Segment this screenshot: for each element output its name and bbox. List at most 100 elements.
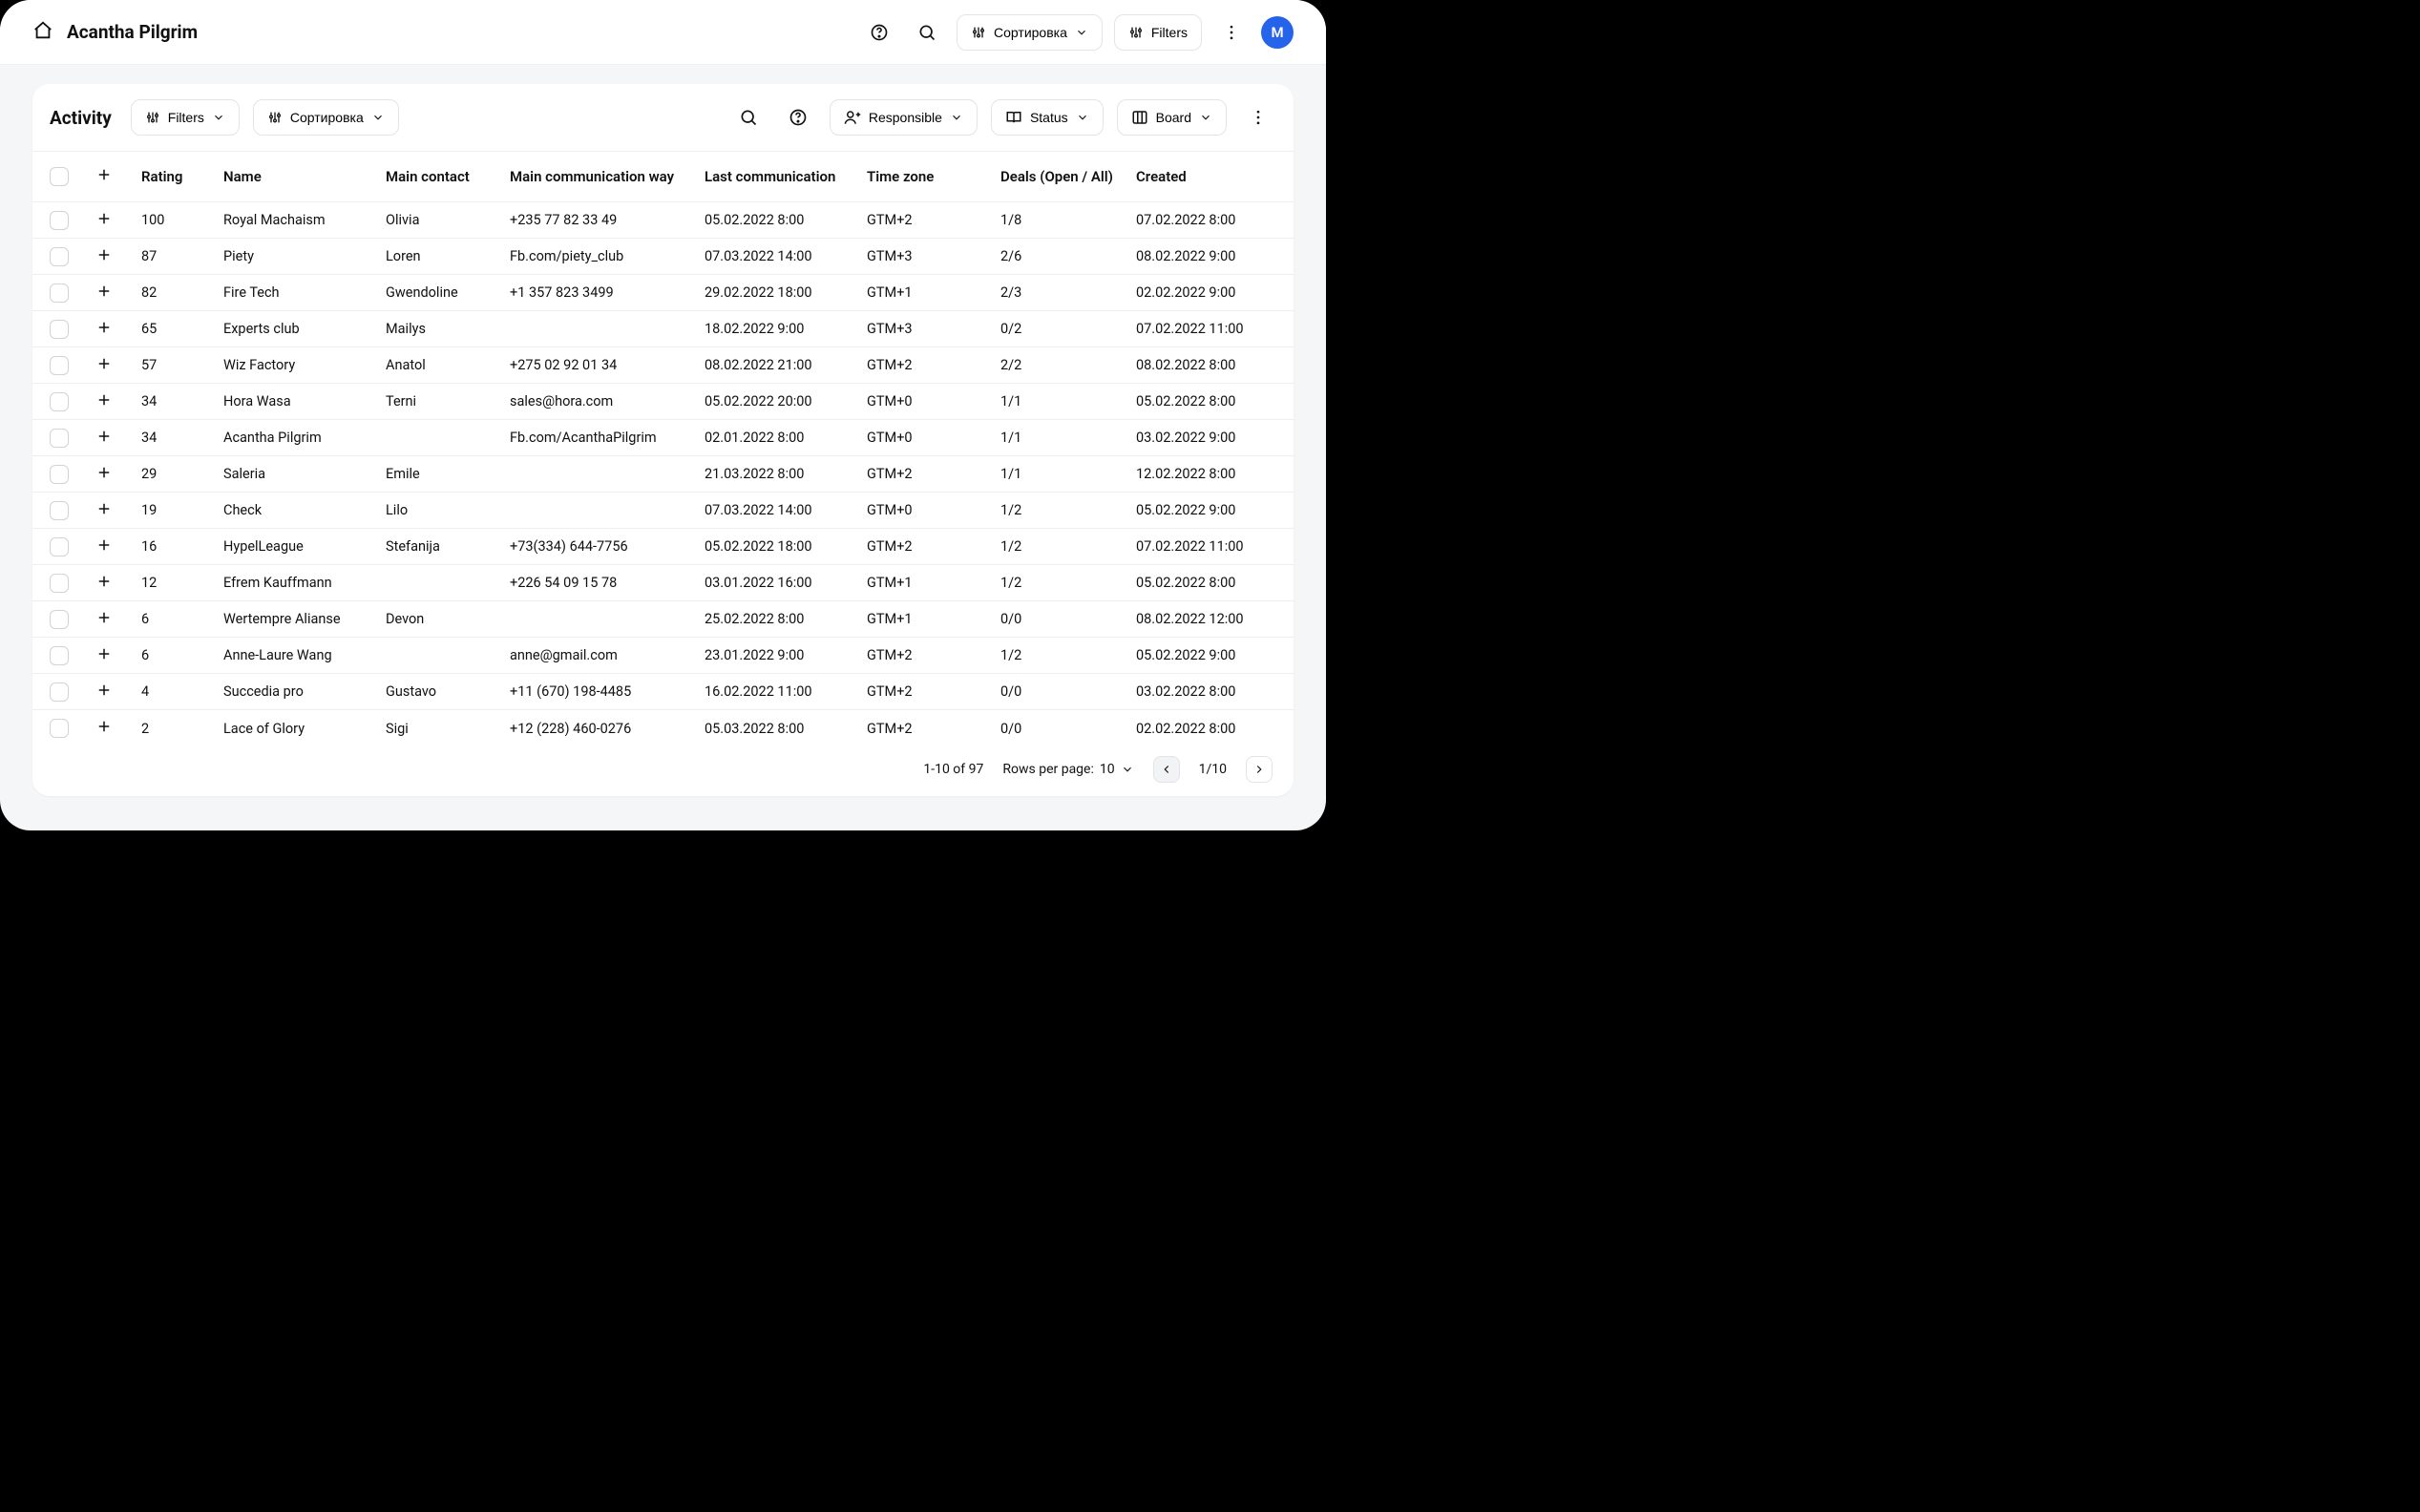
cell-comm: Fb.com/AcanthaPilgrim: [510, 430, 705, 446]
row-checkbox[interactable]: [50, 320, 69, 339]
col-last-comm[interactable]: Last communication: [705, 168, 867, 185]
avatar[interactable]: M: [1261, 16, 1294, 49]
chevron-down-icon: [1075, 26, 1088, 39]
row-add-icon[interactable]: [95, 645, 113, 662]
row-checkbox[interactable]: [50, 429, 69, 448]
row-checkbox[interactable]: [50, 284, 69, 303]
cell-deals: 2/2: [1000, 357, 1136, 373]
cell-tz: GTM+1: [867, 611, 1000, 627]
row-add-icon[interactable]: [95, 536, 113, 554]
cell-contact: Gustavo: [386, 683, 510, 700]
cell-contact: Mailys: [386, 321, 510, 337]
row-add-icon[interactable]: [95, 355, 113, 372]
table-row[interactable]: 82 Fire Tech Gwendoline +1 357 823 3499 …: [32, 275, 1294, 311]
rows-per-page[interactable]: Rows per page: 10: [1002, 762, 1133, 777]
col-created[interactable]: Created: [1136, 168, 1279, 185]
sort-label: Сортировка: [994, 25, 1067, 40]
table-row[interactable]: 34 Acantha Pilgrim Fb.com/AcanthaPilgrim…: [32, 420, 1294, 456]
chevron-left-icon: [1160, 763, 1173, 776]
next-page-button[interactable]: [1246, 756, 1273, 783]
row-checkbox[interactable]: [50, 537, 69, 556]
panel-filters-button[interactable]: Filters: [131, 99, 240, 136]
cell-created: 08.02.2022 8:00: [1136, 357, 1279, 373]
row-add-icon[interactable]: [95, 718, 113, 735]
col-main-comm[interactable]: Main communication way: [510, 168, 705, 185]
row-add-icon[interactable]: [95, 573, 113, 590]
cell-name: Experts club: [223, 321, 386, 337]
cell-rating: 19: [141, 502, 223, 518]
sort-button[interactable]: Сортировка: [957, 14, 1103, 51]
cell-rating: 34: [141, 430, 223, 446]
cell-last: 07.03.2022 14:00: [705, 248, 867, 264]
row-checkbox[interactable]: [50, 247, 69, 266]
col-rating[interactable]: Rating: [141, 168, 223, 185]
row-add-icon[interactable]: [95, 210, 113, 227]
search-icon[interactable]: [909, 14, 945, 51]
cell-tz: GTM+3: [867, 321, 1000, 337]
cell-tz: GTM+2: [867, 212, 1000, 228]
row-checkbox[interactable]: [50, 719, 69, 738]
status-button[interactable]: Status: [991, 99, 1104, 136]
home-icon[interactable]: [32, 20, 53, 45]
cell-comm: +226 54 09 15 78: [510, 575, 705, 591]
table-row[interactable]: 12 Efrem Kauffmann +226 54 09 15 78 03.0…: [32, 565, 1294, 601]
table-row[interactable]: 57 Wiz Factory Anatol +275 02 92 01 34 0…: [32, 347, 1294, 384]
row-add-icon[interactable]: [95, 283, 113, 300]
row-add-icon[interactable]: [95, 609, 113, 626]
table-row[interactable]: 19 Check Lilo 07.03.2022 14:00 GTM+0 1/2…: [32, 493, 1294, 529]
cell-name: Royal Machaism: [223, 212, 386, 228]
prev-page-button[interactable]: [1153, 756, 1180, 783]
table-row[interactable]: 65 Experts club Mailys 18.02.2022 9:00 G…: [32, 311, 1294, 347]
row-checkbox[interactable]: [50, 501, 69, 520]
select-all-checkbox[interactable]: [50, 167, 69, 186]
cell-last: 05.02.2022 18:00: [705, 538, 867, 555]
table-row[interactable]: 34 Hora Wasa Terni sales@hora.com 05.02.…: [32, 384, 1294, 420]
row-add-icon[interactable]: [95, 246, 113, 263]
table-row[interactable]: 16 HypelLeague Stefanija +73(334) 644-77…: [32, 529, 1294, 565]
row-add-icon[interactable]: [95, 500, 113, 517]
row-checkbox[interactable]: [50, 465, 69, 484]
help-icon[interactable]: [861, 14, 897, 51]
cell-created: 07.02.2022 11:00: [1136, 321, 1279, 337]
table-row[interactable]: 100 Royal Machaism Olivia +235 77 82 33 …: [32, 202, 1294, 239]
row-checkbox[interactable]: [50, 646, 69, 665]
table-row[interactable]: 6 Anne-Laure Wang anne@gmail.com 23.01.2…: [32, 638, 1294, 674]
cell-deals: 1/8: [1000, 212, 1136, 228]
row-add-icon[interactable]: [95, 464, 113, 481]
cell-deals: 0/2: [1000, 321, 1136, 337]
row-add-icon[interactable]: [95, 391, 113, 409]
table-row[interactable]: 4 Succedia pro Gustavo +11 (670) 198-448…: [32, 674, 1294, 710]
row-checkbox[interactable]: [50, 356, 69, 375]
row-checkbox[interactable]: [50, 392, 69, 411]
table-row[interactable]: 2 Lace of Glory Sigi +12 (228) 460-0276 …: [32, 710, 1294, 746]
filters-button[interactable]: Filters: [1114, 14, 1202, 51]
panel-help-icon[interactable]: [780, 99, 816, 136]
table-row[interactable]: 87 Piety Loren Fb.com/piety_club 07.03.2…: [32, 239, 1294, 275]
panel-search-icon[interactable]: [730, 99, 767, 136]
cell-comm: +235 77 82 33 49: [510, 212, 705, 228]
pager-page: 1/10: [1199, 762, 1227, 777]
table-row[interactable]: 29 Saleria Emile 21.03.2022 8:00 GTM+2 1…: [32, 456, 1294, 493]
more-icon[interactable]: [1213, 14, 1250, 51]
row-checkbox[interactable]: [50, 682, 69, 702]
chevron-down-icon: [1121, 763, 1134, 776]
row-checkbox[interactable]: [50, 211, 69, 230]
col-name[interactable]: Name: [223, 168, 386, 185]
cell-created: 03.02.2022 8:00: [1136, 683, 1279, 700]
board-button[interactable]: Board: [1117, 99, 1227, 136]
table-row[interactable]: 6 Wertempre Alianse Devon 25.02.2022 8:0…: [32, 601, 1294, 638]
row-checkbox[interactable]: [50, 610, 69, 629]
row-checkbox[interactable]: [50, 574, 69, 593]
col-main-contact[interactable]: Main contact: [386, 168, 510, 185]
row-add-icon[interactable]: [95, 319, 113, 336]
panel-more-icon[interactable]: [1240, 99, 1276, 136]
row-add-icon[interactable]: [95, 428, 113, 445]
col-deals[interactable]: Deals (Open / All): [1000, 168, 1136, 185]
row-add-icon[interactable]: [95, 682, 113, 699]
col-tz[interactable]: Time zone: [867, 168, 1000, 185]
cell-created: 02.02.2022 9:00: [1136, 284, 1279, 301]
add-row-icon[interactable]: [95, 166, 113, 183]
panel-sort-button[interactable]: Сортировка: [253, 99, 399, 136]
cell-contact: Terni: [386, 393, 510, 410]
responsible-button[interactable]: Responsible: [830, 99, 978, 136]
